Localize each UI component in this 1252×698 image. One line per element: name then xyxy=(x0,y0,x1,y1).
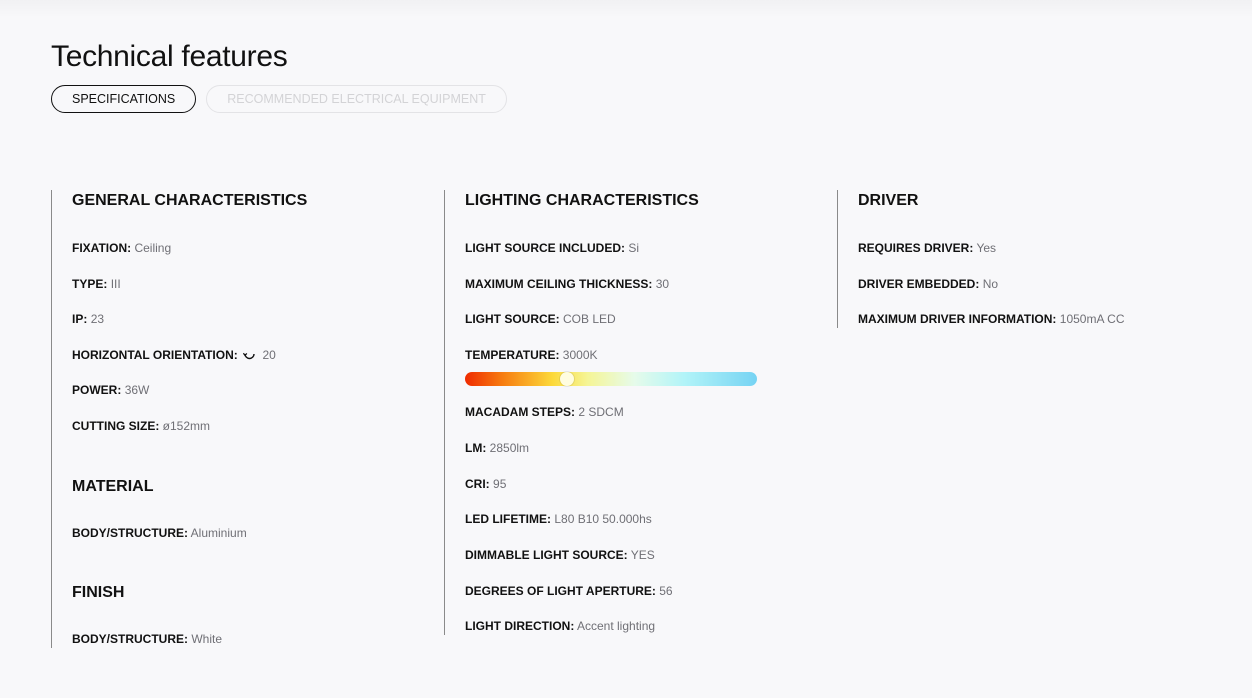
spec-value: L80 B10 50.000hs xyxy=(554,512,652,526)
spec-row: LIGHT SOURCE INCLUDED: Si xyxy=(465,240,639,256)
section-title-finish: FINISH xyxy=(72,584,125,601)
spec-label: MAXIMUM CEILING THICKNESS: xyxy=(465,277,653,291)
spec-value: 2850lm xyxy=(489,441,530,455)
spec-label: REQUIRES DRIVER: xyxy=(858,241,974,255)
spec-label: TYPE: xyxy=(72,277,108,291)
spec-label: LIGHT SOURCE INCLUDED: xyxy=(465,241,625,255)
spec-row: LED LIFETIME: L80 B10 50.000hs xyxy=(465,511,652,527)
rotate-icon xyxy=(242,349,256,365)
tab-recommended-electrical-equipment[interactable]: RECOMMENDED ELECTRICAL EQUIPMENT xyxy=(206,85,507,113)
spec-value: 2 SDCM xyxy=(578,405,624,419)
spec-label: DRIVER EMBEDDED: xyxy=(858,277,980,291)
spec-value: 1050mA CC xyxy=(1059,312,1125,326)
spec-value: 30 xyxy=(655,277,670,291)
spec-value: YES xyxy=(630,548,655,562)
temperature-scale xyxy=(465,372,757,386)
spec-row: DIMMABLE LIGHT SOURCE: YES xyxy=(465,547,655,563)
section-title-material: MATERIAL xyxy=(72,478,154,495)
spec-label: CUTTING SIZE: xyxy=(72,419,160,433)
spec-row: CRI: 95 xyxy=(465,476,506,492)
page-title: Technical features xyxy=(51,40,288,73)
top-band xyxy=(0,0,1252,18)
spec-value: Accent lighting xyxy=(577,619,656,633)
spec-value: 23 xyxy=(90,312,105,326)
spec-label: HORIZONTAL ORIENTATION: xyxy=(72,348,238,362)
spec-label: MAXIMUM DRIVER INFORMATION: xyxy=(858,312,1057,326)
spec-value: Si xyxy=(628,241,640,255)
column-driver: DRIVER REQUIRES DRIVER: Yes DRIVER EMBED… xyxy=(837,190,1230,328)
spec-value: Yes xyxy=(976,241,997,255)
tab-specifications[interactable]: SPECIFICATIONS xyxy=(51,85,197,113)
spec-value: White xyxy=(191,632,223,646)
spec-row: LIGHT DIRECTION: Accent lighting xyxy=(465,618,655,634)
spec-label: CRI: xyxy=(465,477,490,491)
spec-row: REQUIRES DRIVER: Yes xyxy=(858,240,996,256)
spec-label: POWER: xyxy=(72,383,122,397)
spec-row: DRIVER EMBEDDED: No xyxy=(858,276,998,292)
spec-row: MAXIMUM CEILING THICKNESS: 30 xyxy=(465,276,669,292)
spec-row: CUTTING SIZE: ø152mm xyxy=(72,418,210,434)
temperature-marker xyxy=(560,372,575,386)
spec-row: IP: 23 xyxy=(72,311,104,327)
column-general: GENERAL CHARACTERISTICS FIXATION: Ceilin… xyxy=(51,190,444,648)
spec-row: POWER: 36W xyxy=(72,382,149,398)
spec-label: FIXATION: xyxy=(72,241,132,255)
spec-row: LM: 2850lm xyxy=(465,440,529,456)
spec-value: 20 xyxy=(262,348,276,362)
spec-row: TYPE: III xyxy=(72,276,121,292)
spec-row: BODY/STRUCTURE: Aluminium xyxy=(72,525,247,541)
spec-row: TEMPERATURE: 3000K xyxy=(465,347,598,363)
spec-value: Aluminium xyxy=(190,526,247,540)
spec-label: BODY/STRUCTURE: xyxy=(72,632,188,646)
spec-label: TEMPERATURE: xyxy=(465,348,560,362)
spec-label: LED LIFETIME: xyxy=(465,512,551,526)
section-title-general: GENERAL CHARACTERISTICS xyxy=(72,192,308,209)
spec-value: Ceiling xyxy=(134,241,172,255)
spec-row: MACADAM STEPS: 2 SDCM xyxy=(465,404,624,420)
spec-row: HORIZONTAL ORIENTATION: 20 xyxy=(72,347,276,365)
spec-label: LM: xyxy=(465,441,487,455)
spec-label: LIGHT DIRECTION: xyxy=(465,619,575,633)
spec-value: No xyxy=(982,277,999,291)
tab-bar: SPECIFICATIONS RECOMMENDED ELECTRICAL EQ… xyxy=(51,85,507,113)
spec-label: BODY/STRUCTURE: xyxy=(72,526,188,540)
spec-value: 36W xyxy=(124,383,150,397)
spec-value: 56 xyxy=(659,584,673,598)
spec-label: LIGHT SOURCE: xyxy=(465,312,560,326)
section-title-driver: DRIVER xyxy=(858,192,919,209)
spec-value: COB LED xyxy=(563,312,616,326)
spec-value: 95 xyxy=(493,477,507,491)
spec-row: LIGHT SOURCE: COB LED xyxy=(465,311,616,327)
spec-label: MACADAM STEPS: xyxy=(465,405,575,419)
spec-row: BODY/STRUCTURE: White xyxy=(72,631,222,647)
spec-value: 3000K xyxy=(562,348,598,362)
spec-label: IP: xyxy=(72,312,88,326)
spec-value: ø152mm xyxy=(162,419,211,433)
spec-row: DEGREES OF LIGHT APERTURE: 56 xyxy=(465,583,673,599)
column-lighting: LIGHTING CHARACTERISTICS LIGHT SOURCE IN… xyxy=(444,190,837,635)
section-title-lighting: LIGHTING CHARACTERISTICS xyxy=(465,192,699,209)
spec-label: DIMMABLE LIGHT SOURCE: xyxy=(465,548,628,562)
spec-value: III xyxy=(110,277,121,291)
spec-row: FIXATION: Ceiling xyxy=(72,240,171,256)
spec-row: MAXIMUM DRIVER INFORMATION: 1050mA CC xyxy=(858,311,1124,327)
spec-label: DEGREES OF LIGHT APERTURE: xyxy=(465,584,656,598)
